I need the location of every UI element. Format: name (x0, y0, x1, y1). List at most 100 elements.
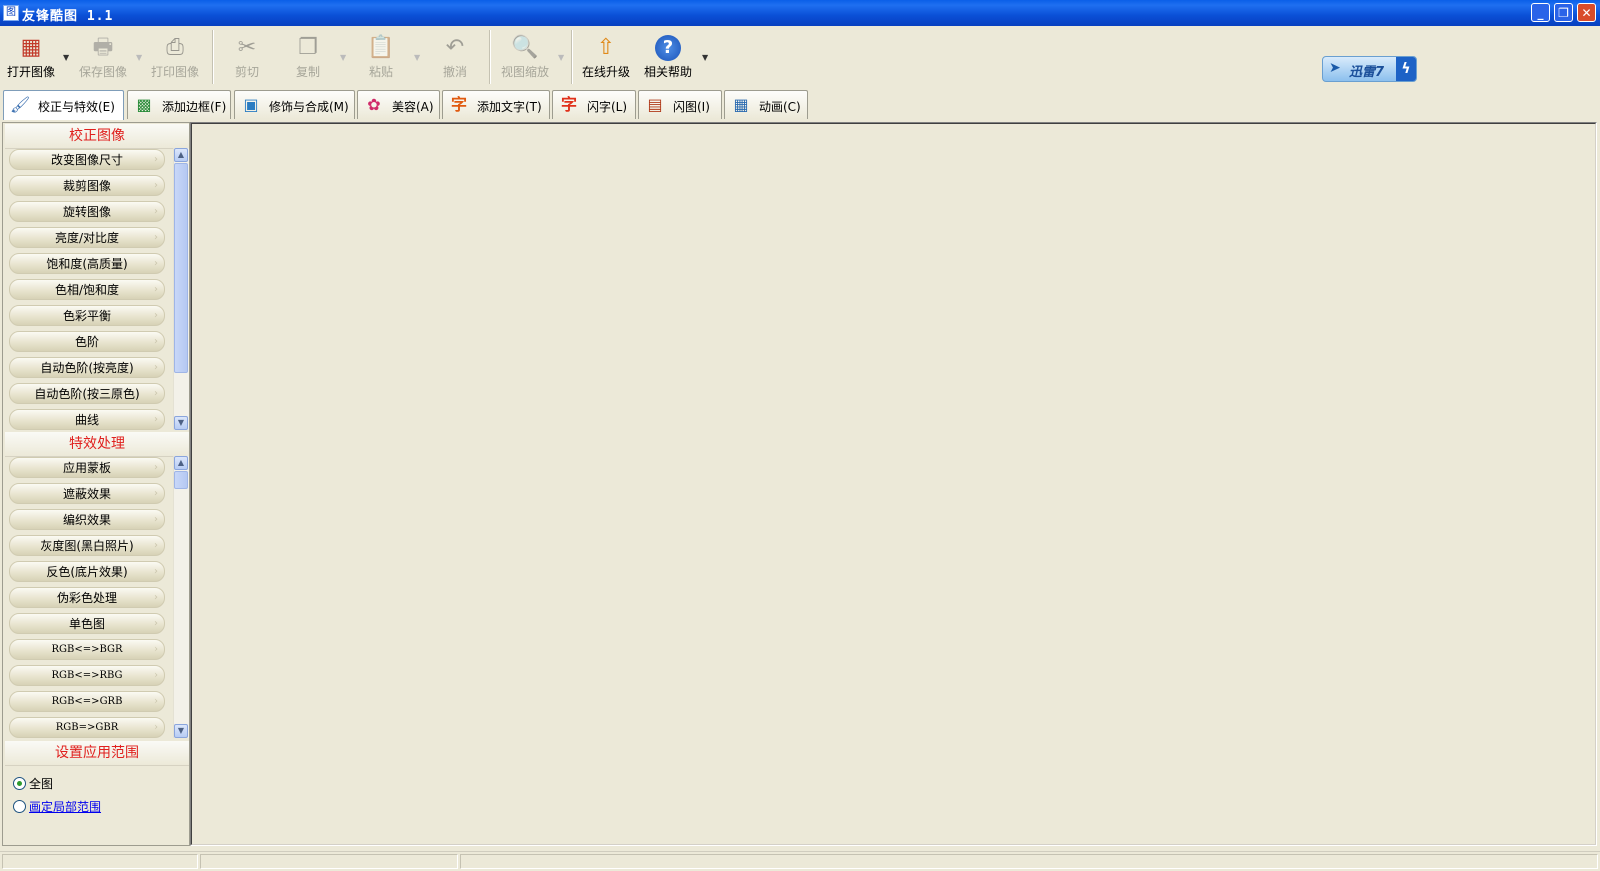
save-image-dropdown[interactable]: ▼ (136, 53, 144, 62)
toolbar-separator (212, 30, 214, 84)
copy-icon: ❐ (298, 35, 318, 60)
paste-button[interactable]: 📋 粘贴 (350, 32, 412, 82)
beauty-icon: ✿ (367, 95, 381, 114)
animation-icon: ▦ (733, 95, 749, 114)
correct-list: 改变图像尺寸 › 裁剪图像 › 旋转图像 › 亮度/对比度 › 饱和度(高质量) › 色相… (5, 149, 173, 430)
zoom-dropdown[interactable]: ▼ (558, 53, 566, 62)
app-icon[interactable]: 图 (3, 5, 19, 21)
flash-text-icon: 字 (560, 95, 577, 114)
status-pane-3 (460, 854, 1598, 869)
radio-button-icon[interactable] (13, 800, 26, 813)
print-image-button[interactable]: ⎙ 打印图像 (144, 32, 206, 82)
image-canvas[interactable] (190, 122, 1597, 846)
saturation-hq-button[interactable]: 饱和度(高质量) › (9, 253, 165, 274)
close-button[interactable]: ✕ (1577, 3, 1596, 22)
scroll-thumb[interactable] (174, 163, 188, 373)
xunlei-button[interactable]: ➤ 迅雷7 ϟ (1322, 56, 1417, 82)
color-balance-button[interactable]: 色彩平衡 › (9, 305, 165, 326)
paste-icon: 📋 (367, 35, 395, 60)
help-dropdown[interactable]: ▼ (702, 53, 710, 62)
scroll-up-icon[interactable]: ▲ (174, 148, 188, 162)
rgb-grb-button[interactable]: RGB<=>GRB › (9, 691, 165, 712)
cut-button[interactable]: ✂ 剪切 (216, 32, 278, 82)
undo-button[interactable]: ↶ 撤消 (424, 32, 486, 82)
radio-local-range[interactable]: 画定局部范围 (13, 798, 101, 816)
save-image-icon: 🖶 (92, 35, 114, 60)
copy-dropdown[interactable]: ▼ (340, 53, 348, 62)
minimize-button[interactable]: _ (1531, 3, 1550, 22)
printer-icon: ⎙ (166, 35, 184, 60)
toolbar-separator (489, 30, 491, 84)
status-pane-1 (2, 854, 198, 869)
rgb-rbg-button[interactable]: RGB<=>RBG › (9, 665, 165, 686)
correct-effects-icon: 🖌 (10, 95, 31, 114)
scroll-down-icon[interactable]: ▼ (174, 724, 188, 738)
mask-effect-button[interactable]: 遮蔽效果 › (9, 483, 165, 504)
apply-mask-button[interactable]: 应用蒙板 › (9, 457, 165, 478)
scroll-up-icon[interactable]: ▲ (174, 456, 188, 470)
decorate-icon: ▣ (243, 95, 259, 114)
effects-list: 应用蒙板 › 遮蔽效果 › 编织效果 › 灰度图(黑白照片) › 反色(底片效果) › 伪… (5, 457, 173, 738)
weave-effect-button[interactable]: 编织效果 › (9, 509, 165, 530)
frame-icon: ▩ (136, 95, 152, 114)
tab-flash-text[interactable]: 字 闪字(L) (552, 90, 636, 119)
status-bar (0, 851, 1600, 871)
tab-add-frame[interactable]: ▩ 添加边框(F) (127, 90, 231, 119)
zoom-icon: 🔍 (511, 35, 539, 60)
tab-add-text[interactable]: 字 添加文字(T) (442, 90, 550, 119)
tab-animation[interactable]: ▦ 动画(C) (724, 90, 808, 119)
scroll-down-icon[interactable]: ▼ (174, 416, 188, 430)
bird-icon: ➤ (1329, 60, 1341, 76)
grayscale-button[interactable]: 灰度图(黑白照片) › (9, 535, 165, 556)
radio-button-icon[interactable] (13, 777, 26, 790)
tab-flash-image[interactable]: ▤ 闪图(I) (638, 90, 722, 119)
maximize-button[interactable]: ❐ (1554, 3, 1573, 22)
save-image-button[interactable]: 🖶 保存图像 (72, 32, 134, 82)
help-button[interactable]: ? 相关帮助 (637, 32, 699, 82)
rotate-image-button[interactable]: 旋转图像 › (9, 201, 165, 222)
title-bar: 图 友锋酷图 1.1 _ ❐ ✕ (0, 0, 1600, 26)
rgb-bgr-button[interactable]: RGB<=>BGR › (9, 639, 165, 660)
monochrome-button[interactable]: 单色图 › (9, 613, 165, 634)
tab-decorate-compose[interactable]: ▣ 修饰与合成(M) (234, 90, 355, 119)
paste-dropdown[interactable]: ▼ (414, 53, 422, 62)
canvas-inner (191, 123, 1596, 845)
zoom-view-button[interactable]: 🔍 视图缩放 (494, 32, 556, 82)
help-icon: ? (655, 35, 681, 61)
rgb-gbr-button[interactable]: RGB=>GBR › (9, 717, 165, 738)
hue-saturation-button[interactable]: 色相/饱和度 › (9, 279, 165, 300)
levels-button[interactable]: 色阶 › (9, 331, 165, 352)
tab-beauty[interactable]: ✿ 美容(A) (357, 90, 440, 119)
open-image-icon: ▦ (20, 35, 42, 60)
undo-icon: ↶ (445, 35, 465, 60)
pseudo-color-button[interactable]: 伪彩色处理 › (9, 587, 165, 608)
scroll-thumb[interactable] (174, 471, 188, 489)
crop-image-button[interactable]: 裁剪图像 › (9, 175, 165, 196)
auto-levels-rgb-button[interactable]: 自动色阶(按三原色) › (9, 383, 165, 404)
correct-list-scrollbar[interactable]: ▲ ▼ (173, 148, 189, 430)
resize-image-button[interactable]: 改变图像尺寸 › (9, 149, 165, 170)
brightness-contrast-button[interactable]: 亮度/对比度 › (9, 227, 165, 248)
section-title-effects: 特效处理 (5, 432, 189, 457)
auto-levels-brightness-button[interactable]: 自动色阶(按亮度) › (9, 357, 165, 378)
main-toolbar: ▦ 打开图像 ▼ 🖶 保存图像 ▼ ⎙ 打印图像 ✂ 剪切 ❐ 复制 ▼ 📋 粘… (0, 26, 1600, 87)
open-image-button[interactable]: ▦ 打开图像 (0, 32, 62, 82)
status-pane-2 (200, 854, 458, 869)
section-title-range: 设置应用范围 (5, 741, 189, 766)
open-image-dropdown[interactable]: ▼ (63, 53, 71, 62)
toolbar-separator (571, 30, 573, 84)
left-panel: 校正图像 改变图像尺寸 › 裁剪图像 › 旋转图像 › 亮度/对比度 › 饱和度(高质量… (2, 122, 190, 846)
effects-list-scrollbar[interactable]: ▲ ▼ (173, 456, 189, 738)
function-tabs: 🖌 校正与特效(E) ▩ 添加边框(F) ▣ 修饰与合成(M) ✿ 美容(A) … (0, 90, 1600, 120)
scissors-icon: ✂ (237, 35, 257, 60)
copy-button[interactable]: ❐ 复制 (277, 32, 339, 82)
curves-button[interactable]: 曲线 › (9, 409, 165, 430)
invert-button[interactable]: 反色(底片效果) › (9, 561, 165, 582)
section-title-correct: 校正图像 (5, 124, 189, 149)
window-title: 友锋酷图 1.1 (22, 9, 114, 24)
radio-whole-image[interactable]: 全图 (13, 775, 53, 793)
tab-correct-effects[interactable]: 🖌 校正与特效(E) (3, 90, 124, 120)
online-upgrade-icon: ⇧ (596, 35, 616, 60)
lightning-icon: ϟ (1396, 57, 1416, 81)
online-upgrade-button[interactable]: ⇧ 在线升级 (575, 32, 637, 82)
